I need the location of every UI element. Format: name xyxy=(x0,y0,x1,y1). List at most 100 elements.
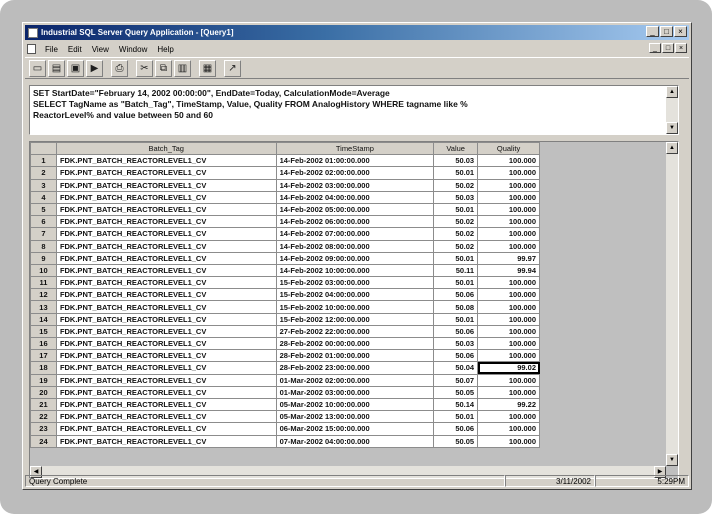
doc-restore-button[interactable]: □ xyxy=(662,43,674,53)
cell-quality[interactable]: 99.97 xyxy=(477,251,540,265)
row-number[interactable]: 4 xyxy=(30,190,57,204)
cell-timestamp[interactable]: 14-Feb-2002 01:00:00.000 xyxy=(275,154,435,168)
cell-value[interactable]: 50.14 xyxy=(433,397,479,412)
corner-cell[interactable] xyxy=(30,142,57,156)
cell-batch-tag[interactable]: FDK.PNT_BATCH_REACTORLEVEL1_CV xyxy=(55,166,277,180)
cell-quality[interactable]: 100.000 xyxy=(477,373,540,387)
cell-timestamp[interactable]: 05-Mar-2002 13:00:00.000 xyxy=(275,410,435,424)
row-number[interactable]: 16 xyxy=(30,336,57,351)
cell-batch-tag[interactable]: FDK.PNT_BATCH_REACTORLEVEL1_CV xyxy=(55,190,277,204)
cell-timestamp[interactable]: 05-Mar-2002 10:00:00.000 xyxy=(275,397,435,412)
cell-batch-tag[interactable]: FDK.PNT_BATCH_REACTORLEVEL1_CV xyxy=(55,202,277,217)
row-number[interactable]: 23 xyxy=(30,422,57,436)
cell-timestamp[interactable]: 14-Feb-2002 06:00:00.000 xyxy=(275,215,435,229)
title-bar[interactable]: Industrial SQL Server Query Application … xyxy=(25,25,689,40)
cell-value[interactable]: 50.06 xyxy=(433,324,479,339)
cell-value[interactable]: 50.01 xyxy=(433,251,479,265)
cell-quality[interactable]: 100.000 xyxy=(477,166,540,180)
menu-edit[interactable]: Edit xyxy=(63,45,87,54)
minimize-button[interactable]: _ xyxy=(646,26,659,37)
cell-batch-tag[interactable]: FDK.PNT_BATCH_REACTORLEVEL1_CV xyxy=(55,410,277,424)
cell-quality[interactable]: 100.000 xyxy=(477,190,540,204)
column-header-timestamp[interactable]: TimeStamp xyxy=(275,142,435,156)
cell-quality[interactable]: 100.000 xyxy=(477,154,540,168)
cell-value[interactable]: 50.02 xyxy=(433,227,479,241)
cell-value[interactable]: 50.01 xyxy=(433,312,479,326)
cell-timestamp[interactable]: 07-Mar-2002 04:00:00.000 xyxy=(275,434,435,448)
cell-value[interactable]: 50.02 xyxy=(433,215,479,229)
cell-timestamp[interactable]: 14-Feb-2002 02:00:00.000 xyxy=(275,166,435,180)
doc-minimize-button[interactable]: _ xyxy=(649,43,661,53)
cell-quality[interactable]: 100.000 xyxy=(477,215,540,229)
query-scrollbar[interactable]: ▲ ▼ xyxy=(666,86,678,134)
cell-quality[interactable]: 100.000 xyxy=(477,276,540,290)
row-number[interactable]: 17 xyxy=(30,349,57,363)
menu-view[interactable]: View xyxy=(87,45,114,54)
cell-timestamp[interactable]: 14-Feb-2002 09:00:00.000 xyxy=(275,251,435,265)
cell-batch-tag[interactable]: FDK.PNT_BATCH_REACTORLEVEL1_CV xyxy=(55,324,277,339)
table-row[interactable]: 1 FDK.PNT_BATCH_REACTORLEVEL1_CV 14-Feb-20… xyxy=(30,154,540,168)
execute-icon[interactable]: ▶ xyxy=(86,59,103,77)
cell-timestamp[interactable]: 28-Feb-2002 23:00:00.000 xyxy=(275,361,435,375)
cell-batch-tag[interactable]: FDK.PNT_BATCH_REACTORLEVEL1_CV xyxy=(55,300,277,314)
cell-quality[interactable]: 100.000 xyxy=(477,202,540,217)
cell-timestamp[interactable]: 06-Mar-2002 15:00:00.000 xyxy=(275,422,435,436)
menu-help[interactable]: Help xyxy=(152,45,178,54)
row-number[interactable]: 5 xyxy=(30,202,57,217)
grid-vertical-scrollbar[interactable]: ▲ ▼ xyxy=(666,142,678,466)
cell-timestamp[interactable]: 14-Feb-2002 10:00:00.000 xyxy=(275,263,435,278)
cell-quality[interactable]: 99.02 xyxy=(477,361,540,375)
cell-value[interactable]: 50.06 xyxy=(433,288,479,302)
column-header-batch-tag[interactable]: Batch_Tag xyxy=(55,142,277,156)
cell-value[interactable]: 50.07 xyxy=(433,373,479,387)
menu-file[interactable]: File xyxy=(40,45,63,54)
cell-quality[interactable]: 100.000 xyxy=(477,422,540,436)
table-row[interactable]: 16 FDK.PNT_BATCH_REACTORLEVEL1_CV 28-Feb-2… xyxy=(30,336,540,351)
cell-value[interactable]: 50.05 xyxy=(433,434,479,448)
cell-batch-tag[interactable]: FDK.PNT_BATCH_REACTORLEVEL1_CV xyxy=(55,397,277,412)
row-number[interactable]: 21 xyxy=(30,397,57,412)
column-header-value[interactable]: Value xyxy=(433,142,479,156)
row-number[interactable]: 1 xyxy=(30,154,57,168)
cell-value[interactable]: 50.08 xyxy=(433,300,479,314)
cell-batch-tag[interactable]: FDK.PNT_BATCH_REACTORLEVEL1_CV xyxy=(55,239,277,253)
table-row[interactable]: 21 FDK.PNT_BATCH_REACTORLEVEL1_CV 05-Mar-2… xyxy=(30,397,540,412)
cell-value[interactable]: 50.01 xyxy=(433,202,479,217)
table-row[interactable]: 19 FDK.PNT_BATCH_REACTORLEVEL1_CV 01-Mar-2… xyxy=(30,373,540,387)
cell-value[interactable]: 50.02 xyxy=(433,239,479,253)
row-number[interactable]: 6 xyxy=(30,215,57,229)
cell-timestamp[interactable]: 01-Mar-2002 03:00:00.000 xyxy=(275,385,435,399)
table-row[interactable]: 6 FDK.PNT_BATCH_REACTORLEVEL1_CV 14-Feb-20… xyxy=(30,215,540,229)
new-query-icon[interactable]: ▭ xyxy=(29,59,46,77)
table-row[interactable]: 8 FDK.PNT_BATCH_REACTORLEVEL1_CV 14-Feb-20… xyxy=(30,239,540,253)
row-number[interactable]: 22 xyxy=(30,410,57,424)
table-row[interactable]: 5 FDK.PNT_BATCH_REACTORLEVEL1_CV 14-Feb-20… xyxy=(30,202,540,217)
cell-quality[interactable]: 100.000 xyxy=(477,227,540,241)
cell-value[interactable]: 50.11 xyxy=(433,263,479,278)
grid-scroll-up-icon[interactable]: ▲ xyxy=(666,142,678,154)
cell-value[interactable]: 50.03 xyxy=(433,336,479,351)
cut-icon[interactable]: ✂ xyxy=(136,59,153,77)
row-number[interactable]: 24 xyxy=(30,434,57,448)
cell-batch-tag[interactable]: FDK.PNT_BATCH_REACTORLEVEL1_CV xyxy=(55,349,277,363)
cell-quality[interactable]: 100.000 xyxy=(477,324,540,339)
document-icon[interactable] xyxy=(27,44,36,54)
cell-quality[interactable]: 100.000 xyxy=(477,336,540,351)
scroll-up-arrow-icon[interactable]: ▲ xyxy=(666,86,678,98)
scroll-down-arrow-icon[interactable]: ▼ xyxy=(666,122,678,134)
table-row[interactable]: 24 FDK.PNT_BATCH_REACTORLEVEL1_CV 07-Mar-2… xyxy=(30,434,540,448)
cell-timestamp[interactable]: 15-Feb-2002 04:00:00.000 xyxy=(275,288,435,302)
paste-icon[interactable]: ▥ xyxy=(174,59,191,77)
row-number[interactable]: 3 xyxy=(30,178,57,192)
cell-batch-tag[interactable]: FDK.PNT_BATCH_REACTORLEVEL1_CV xyxy=(55,251,277,265)
row-number[interactable]: 19 xyxy=(30,373,57,387)
table-row[interactable]: 15 FDK.PNT_BATCH_REACTORLEVEL1_CV 27-Feb-2… xyxy=(30,324,540,339)
cell-batch-tag[interactable]: FDK.PNT_BATCH_REACTORLEVEL1_CV xyxy=(55,434,277,448)
table-row[interactable]: 9 FDK.PNT_BATCH_REACTORLEVEL1_CV 14-Feb-20… xyxy=(30,251,540,265)
cell-batch-tag[interactable]: FDK.PNT_BATCH_REACTORLEVEL1_CV xyxy=(55,336,277,351)
cell-value[interactable]: 50.04 xyxy=(433,361,479,375)
row-number[interactable]: 12 xyxy=(30,288,57,302)
cell-quality[interactable]: 100.000 xyxy=(477,312,540,326)
cell-timestamp[interactable]: 14-Feb-2002 08:00:00.000 xyxy=(275,239,435,253)
table-row[interactable]: 7 FDK.PNT_BATCH_REACTORLEVEL1_CV 14-Feb-20… xyxy=(30,227,540,241)
